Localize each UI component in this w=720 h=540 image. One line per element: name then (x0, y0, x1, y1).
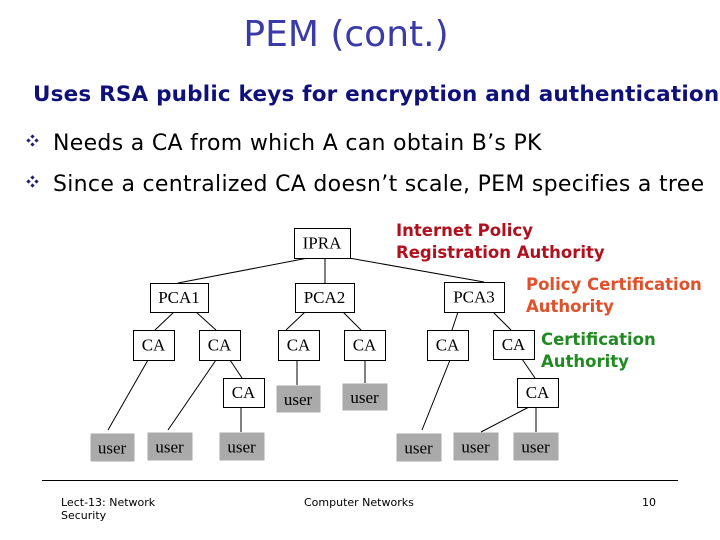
node-label: user (461, 438, 490, 457)
tree-edge-ca2-u2 (167, 359, 217, 431)
tree-edge-pca1-ca2 (195, 311, 217, 331)
user-node: user (147, 432, 193, 461)
node-label: CA (232, 383, 256, 402)
tree-edge-ca2-ca2a (229, 359, 243, 379)
annotation-ca-line2: Authority (541, 352, 629, 371)
footer-divider (42, 480, 678, 481)
annotation-ca-line1: Certification (541, 330, 656, 349)
node-label: CA (353, 336, 377, 355)
node-label: user (98, 439, 127, 458)
node-label: CA (208, 336, 232, 355)
authority-node-ca3: CA (278, 330, 320, 361)
tree-edge-ca5-u6 (421, 359, 451, 431)
user-node: user (276, 385, 321, 413)
node-label: user (284, 390, 313, 409)
annotation-ipra-line1: Internet Policy (396, 221, 533, 240)
node-label: CA (142, 336, 166, 355)
footer-lecture-label: Lect-13: Network Security (61, 496, 156, 522)
node-label: user (155, 438, 184, 457)
user-node: user (219, 432, 265, 461)
annotation-pca-line1: Policy Certification (526, 275, 702, 294)
node-label: IPRA (303, 234, 342, 253)
tree-edge-pca3-ca5 (451, 311, 459, 331)
tree-edge-ca1-u1 (107, 359, 149, 431)
user-node: user (90, 433, 135, 462)
node-label: CA (436, 336, 460, 355)
page-number: 10 (642, 496, 656, 509)
user-node: user (453, 432, 499, 461)
user-node: user (513, 432, 559, 461)
node-label: CA (287, 336, 311, 355)
node-label: user (404, 439, 433, 458)
node-label: user (227, 438, 256, 457)
authority-node-ca2: CA (199, 330, 241, 361)
node-label: PCA1 (158, 288, 200, 307)
pem-certification-tree: IPRA PCA1 PCA2 PCA3 CA CA CA CA CA CA CA CA user user… (90, 228, 559, 462)
node-label: CA (502, 335, 526, 354)
authority-node-ca1: CA (133, 330, 175, 361)
user-node: user (342, 383, 388, 411)
tree-edge-pca1-ca1 (154, 311, 175, 331)
authority-node-ca6a: CA (517, 378, 559, 408)
footer-course-label: Computer Networks (304, 496, 414, 509)
annotation-ipra-line2: Registration Authority (396, 243, 605, 262)
node-label: user (521, 438, 550, 457)
authority-node-ipra: IPRA (294, 228, 351, 259)
annotation-ca: Certification Authority (541, 329, 656, 373)
node-label: user (350, 388, 379, 407)
authority-node-ca2a: CA (223, 378, 265, 408)
tree-edge-ipra-pca1 (177, 257, 309, 284)
tree-edge-pca3-ca6 (492, 311, 512, 331)
node-label: PCA2 (304, 288, 346, 307)
annotation-ipra: Internet Policy Registration Authority (396, 220, 605, 264)
authority-node-pca3: PCA3 (444, 282, 505, 313)
user-node: user (396, 433, 442, 462)
node-label: PCA3 (453, 288, 495, 307)
tree-edge-pca2-ca4 (342, 311, 362, 331)
tree-edge-pca2-ca3 (285, 311, 306, 331)
tree-edge-ca6-ca6a (521, 358, 536, 379)
tree-edge-ca6a-u7 (480, 406, 530, 433)
authority-node-ca5: CA (427, 330, 469, 361)
authority-node-pca2: PCA2 (295, 283, 355, 313)
authority-node-ca4: CA (344, 330, 386, 361)
annotation-pca-line2: Authority (526, 297, 614, 316)
authority-node-pca1: PCA1 (150, 283, 209, 313)
node-label: CA (526, 383, 550, 402)
annotation-pca: Policy Certification Authority (526, 274, 702, 318)
authority-node-ca6: CA (493, 330, 535, 360)
